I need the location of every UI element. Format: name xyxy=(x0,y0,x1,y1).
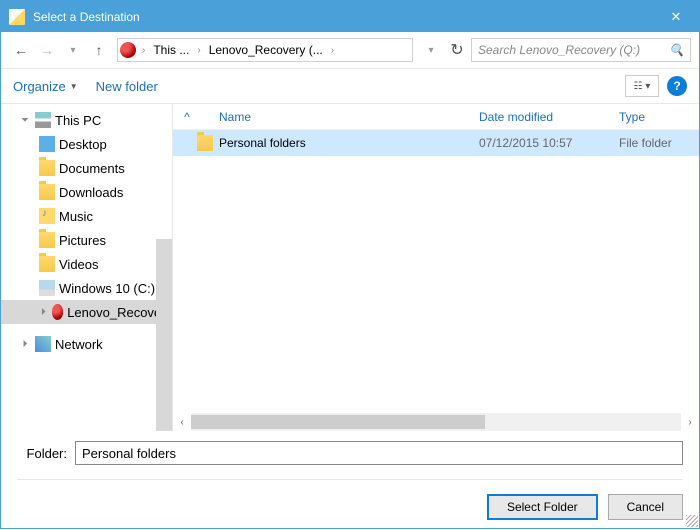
folder-icon xyxy=(39,160,55,176)
scroll-thumb[interactable] xyxy=(191,415,485,429)
search-input[interactable]: Search Lenovo_Recovery (Q:) 🔍 xyxy=(471,38,691,62)
expand-icon[interactable]: ⏵ xyxy=(39,307,48,318)
scroll-left-icon[interactable]: ‹ xyxy=(173,413,191,431)
folder-input[interactable] xyxy=(75,441,683,465)
organize-button[interactable]: Organize ▼ xyxy=(13,79,78,94)
tree-network[interactable]: ⏵Network xyxy=(1,332,172,356)
main-area: ⏷This PC Desktop Documents Downloads Mus… xyxy=(1,104,699,431)
file-date: 07/12/2015 10:57 xyxy=(479,136,619,150)
new-folder-button[interactable]: New folder xyxy=(96,79,158,94)
resize-grip[interactable] xyxy=(686,515,698,527)
col-date[interactable]: Date modified xyxy=(479,110,619,124)
nav-tree: ⏷This PC Desktop Documents Downloads Mus… xyxy=(1,104,173,431)
folder-icon xyxy=(39,184,55,200)
title-bar: Select a Destination ✕ xyxy=(1,1,699,32)
tree-recovery[interactable]: ⏵Lenovo_Recovery xyxy=(1,300,172,324)
tree-downloads[interactable]: Downloads xyxy=(1,180,172,204)
address-bar[interactable]: › This ... › Lenovo_Recovery (... › xyxy=(117,38,413,62)
bottom-panel: Folder: Select Folder Cancel xyxy=(1,431,699,530)
search-placeholder: Search Lenovo_Recovery (Q:) xyxy=(478,43,669,57)
back-button[interactable]: ← xyxy=(9,38,33,62)
drive-icon xyxy=(120,42,136,58)
up-level-icon[interactable]: ^ xyxy=(177,110,197,124)
scroll-track[interactable] xyxy=(191,413,681,431)
tree-pictures[interactable]: Pictures xyxy=(1,228,172,252)
tree-this-pc[interactable]: ⏷This PC xyxy=(1,108,172,132)
chevron-right-icon[interactable]: › xyxy=(138,45,149,56)
expand-icon[interactable]: ⏵ xyxy=(19,339,31,350)
file-row[interactable]: Personal folders 07/12/2015 10:57 File f… xyxy=(173,130,699,156)
tree-videos[interactable]: Videos xyxy=(1,252,172,276)
tree-desktop[interactable]: Desktop xyxy=(1,132,172,156)
nav-row: ← → ▾ ↑ › This ... › Lenovo_Recovery (..… xyxy=(1,32,699,68)
up-button[interactable]: ↑ xyxy=(87,38,111,62)
window-title: Select a Destination xyxy=(33,10,653,24)
network-icon xyxy=(35,336,51,352)
drive-icon xyxy=(39,280,55,296)
crumb-recovery[interactable]: Lenovo_Recovery (... xyxy=(205,39,327,61)
col-name[interactable]: Name xyxy=(197,110,479,124)
close-button[interactable]: ✕ xyxy=(653,1,699,32)
chevron-down-icon: ▼ xyxy=(70,82,78,91)
chevron-right-icon[interactable]: › xyxy=(193,45,204,56)
tree-documents[interactable]: Documents xyxy=(1,156,172,180)
view-options-button[interactable]: ☷ ▾ xyxy=(625,75,659,97)
column-headers: ^ Name Date modified Type xyxy=(173,104,699,130)
select-folder-button[interactable]: Select Folder xyxy=(487,494,598,520)
music-icon xyxy=(39,208,55,224)
history-dropdown[interactable]: ▾ xyxy=(419,38,443,62)
toolbar: Organize ▼ New folder ☷ ▾ ? xyxy=(1,68,699,104)
file-type: File folder xyxy=(619,136,699,150)
help-button[interactable]: ? xyxy=(667,76,687,96)
forward-button[interactable]: → xyxy=(35,38,59,62)
scroll-right-icon[interactable]: › xyxy=(681,413,699,431)
tree-cdrive[interactable]: Windows 10 (C:) xyxy=(1,276,172,300)
folder-icon xyxy=(197,135,213,151)
file-name: Personal folders xyxy=(219,136,479,150)
folder-icon xyxy=(39,256,55,272)
desktop-icon xyxy=(39,136,55,152)
folder-icon xyxy=(39,232,55,248)
refresh-button[interactable]: ↻ xyxy=(445,38,469,62)
app-icon xyxy=(9,9,25,25)
collapse-icon[interactable]: ⏷ xyxy=(19,115,31,126)
cancel-button[interactable]: Cancel xyxy=(608,494,683,520)
file-list: ^ Name Date modified Type Personal folde… xyxy=(173,104,699,431)
pc-icon xyxy=(35,112,51,128)
tree-music[interactable]: Music xyxy=(1,204,172,228)
tree-scrollbar[interactable] xyxy=(156,239,172,431)
chevron-right-icon[interactable]: › xyxy=(327,45,338,56)
folder-label: Folder: xyxy=(17,446,67,461)
search-icon: 🔍 xyxy=(669,43,684,57)
recent-button[interactable]: ▾ xyxy=(61,38,85,62)
crumb-thispc[interactable]: This ... xyxy=(149,39,193,61)
recovery-icon xyxy=(52,304,64,320)
horizontal-scrollbar[interactable]: ‹ › xyxy=(173,413,699,431)
col-type[interactable]: Type xyxy=(619,110,699,124)
